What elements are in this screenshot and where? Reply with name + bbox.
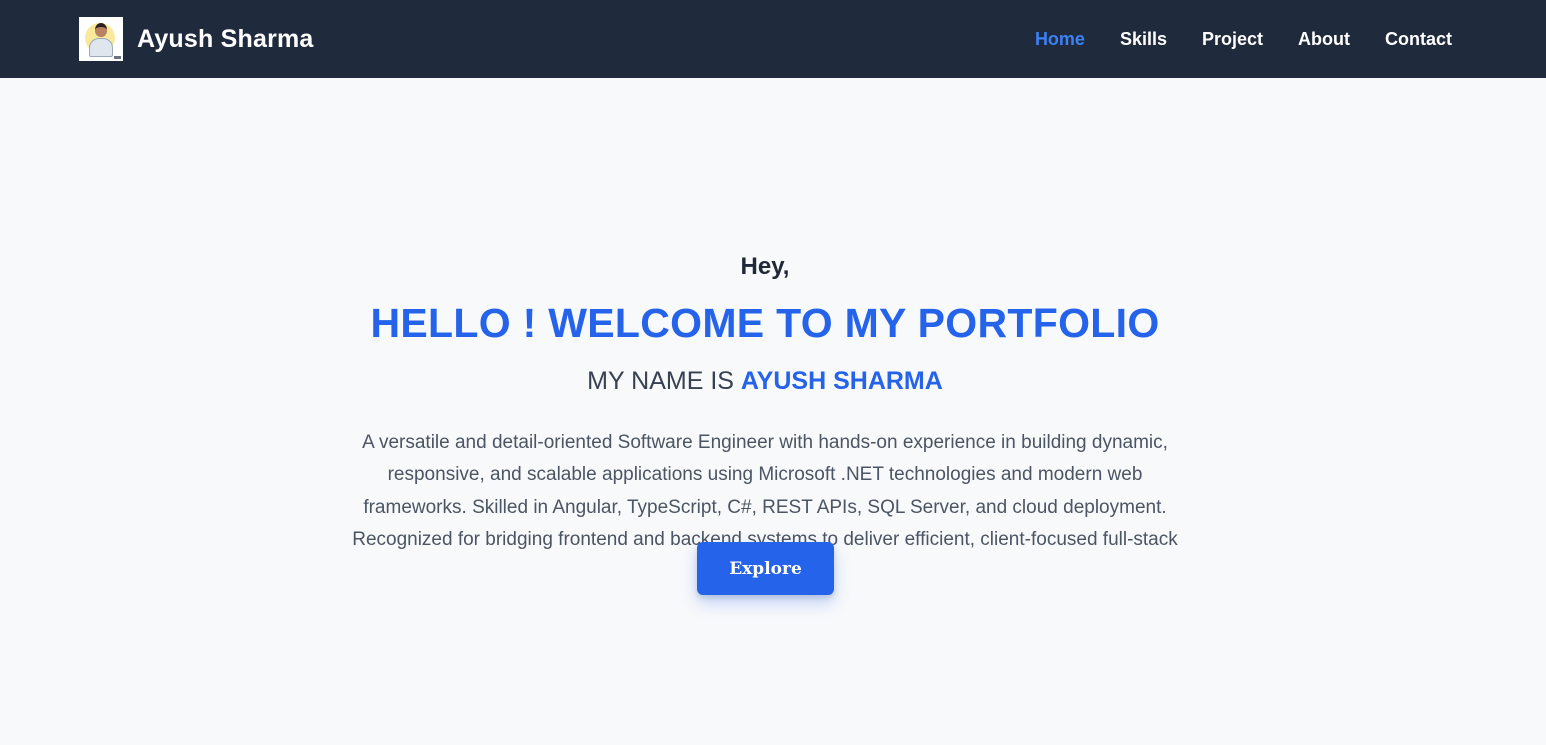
nav-link-project[interactable]: Project — [1202, 29, 1263, 50]
name-prefix: MY NAME IS — [587, 367, 741, 395]
avatar-watermark — [114, 56, 121, 59]
avatar-head — [95, 23, 107, 37]
top-navbar: Ayush Sharma Home Skills Project About C… — [0, 0, 1546, 78]
nav-link-about[interactable]: About — [1298, 29, 1350, 50]
explore-button[interactable]: Explore — [697, 542, 834, 595]
nav-link-contact[interactable]: Contact — [1385, 29, 1452, 50]
hero-name-line: MY NAME IS AYUSH SHARMA — [0, 367, 1530, 396]
profile-avatar — [79, 17, 123, 61]
nav-link-home[interactable]: Home — [1035, 29, 1085, 50]
brand[interactable]: Ayush Sharma — [79, 17, 314, 61]
name-highlight: AYUSH SHARMA — [740, 367, 943, 395]
hero-greeting: Hey, — [740, 253, 790, 280]
avatar-body — [89, 38, 113, 57]
hero-headline: HELLO ! WELCOME TO MY PORTFOLIO — [370, 300, 1160, 346]
main-nav: Home Skills Project About Contact — [1000, 0, 1452, 78]
brand-name[interactable]: Ayush Sharma — [137, 25, 314, 54]
nav-link-skills[interactable]: Skills — [1120, 29, 1167, 50]
